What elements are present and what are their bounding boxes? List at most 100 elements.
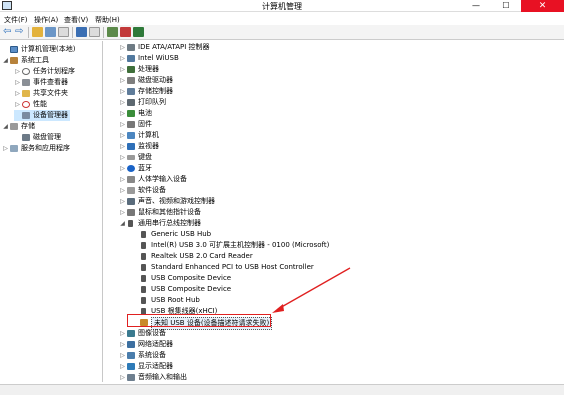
device-category-imaging[interactable]: ▷ 图像设备 [119,328,166,339]
collapsed-arrow-icon[interactable]: ▷ [119,141,126,152]
properties-icon[interactable] [58,27,69,37]
device-category-network-adapters[interactable]: ▷ 网络适配器 [119,339,173,350]
back-button[interactable]: ⇦ [3,27,14,37]
usb-device-root-hub[interactable]: USB Root Hub [139,295,200,306]
collapsed-arrow-icon[interactable]: ▷ [119,108,126,119]
device-category-bluetooth[interactable]: ▷ 蓝牙 [119,163,152,174]
collapsed-arrow-icon[interactable]: ▷ [119,163,126,174]
collapsed-arrow-icon[interactable]: ▷ [14,77,21,88]
expanded-arrow-icon[interactable]: ◢ [119,218,126,229]
tree-item-event-viewer[interactable]: ▷ 事件查看器 [14,77,68,88]
imaging-device-icon [127,330,135,337]
collapsed-arrow-icon[interactable]: ▷ [119,42,126,53]
software-device-icon [127,187,135,194]
collapsed-arrow-icon[interactable]: ▷ [119,86,126,97]
device-category-system-devices[interactable]: ▷ 系统设备 [119,350,166,361]
view-icon[interactable] [89,27,100,37]
collapsed-arrow-icon[interactable]: ▷ [2,143,9,154]
collapsed-arrow-icon[interactable]: ▷ [14,88,21,99]
collapsed-arrow-icon[interactable]: ▷ [119,328,126,339]
collapsed-arrow-icon[interactable]: ▷ [119,361,126,372]
tree-item-services-apps[interactable]: ▷ 服务和应用程序 [2,143,70,154]
collapsed-arrow-icon[interactable]: ▷ [119,152,126,163]
device-category-disk-drives[interactable]: ▷ 磁盘驱动器 [119,75,173,86]
usb-icon [141,242,146,249]
collapsed-arrow-icon[interactable]: ▷ [119,196,126,207]
collapsed-arrow-icon[interactable]: ▷ [119,174,126,185]
collapsed-arrow-icon[interactable]: ▷ [119,119,126,130]
minimize-button[interactable]: — [461,0,491,12]
usb-device-standard-enhanced-pci[interactable]: Standard Enhanced PCI to USB Host Contro… [139,262,314,273]
forward-button[interactable]: ⇨ [15,27,26,37]
collapsed-arrow-icon[interactable]: ▷ [119,97,126,108]
menu-help[interactable]: 帮助(H) [95,15,120,25]
collapsed-arrow-icon[interactable]: ▷ [14,99,21,110]
collapsed-arrow-icon[interactable]: ▷ [119,53,126,64]
collapsed-arrow-icon[interactable]: ▷ [119,64,126,75]
device-category-sound[interactable]: ▷ 声音、视频和游戏控制器 [119,196,215,207]
collapsed-arrow-icon[interactable]: ▷ [119,339,126,350]
computer-management-window: 计算机管理 — ☐ ✕ 文件(F) 操作(A) 查看(V) 帮助(H) ⇦ ⇨ … [0,0,564,395]
usb-device-realtek-card-reader[interactable]: Realtek USB 2.0 Card Reader [139,251,253,262]
device-category-hid[interactable]: ▷ 人体学输入设备 [119,174,187,185]
menu-file[interactable]: 文件(F) [4,15,28,25]
tree-item-task-scheduler[interactable]: ▷ 任务计划程序 [14,66,75,77]
device-category-batteries[interactable]: ▷ 电池 [119,108,152,119]
device-category-usb-controllers[interactable]: ◢ 通用串行总线控制器 [119,218,201,229]
device-category-mice[interactable]: ▷ 鼠标和其他指针设备 [119,207,201,218]
update-driver-icon[interactable] [133,27,144,37]
close-button[interactable]: ✕ [521,0,564,12]
device-category-intel-wiusb[interactable]: ▷ Intel WiUSB [119,53,179,64]
disk-drive-icon [127,77,135,84]
device-category-ide[interactable]: ▷ IDE ATA/ATAPI 控制器 [119,42,210,53]
device-category-firmware[interactable]: ▷ 固件 [119,119,152,130]
device-category-print-queues[interactable]: ▷ 打印队列 [119,97,166,108]
device-category-storage-controllers[interactable]: ▷ 存储控制器 [119,86,173,97]
collapsed-arrow-icon[interactable]: ▷ [119,372,126,383]
device-category-display-adapters[interactable]: ▷ 显示适配器 [119,361,173,372]
tree-item-disk-management[interactable]: 磁盘管理 [14,132,61,143]
usb-device-generic-hub[interactable]: Generic USB Hub [139,229,211,240]
audio-io-icon [127,374,135,381]
menu-action[interactable]: 操作(A) [34,15,58,25]
ide-controller-icon [127,44,135,51]
hid-icon [127,176,135,183]
usb-device-composite-1[interactable]: USB Composite Device [139,273,231,284]
expanded-arrow-icon[interactable]: ◢ [2,121,9,132]
services-icon [10,145,18,152]
collapsed-arrow-icon[interactable]: ▷ [119,350,126,361]
help-icon[interactable] [76,27,87,37]
tree-item-computer-management[interactable]: 计算机管理(本地) [2,44,75,55]
menu-view[interactable]: 查看(V) [64,15,88,25]
collapsed-arrow-icon[interactable]: ▷ [14,66,21,77]
device-category-computer[interactable]: ▷ 计算机 [119,130,159,141]
sound-icon [127,198,135,205]
collapsed-arrow-icon[interactable]: ▷ [119,130,126,141]
show-hide-tree-icon[interactable] [45,27,56,37]
tree-item-shared-folders[interactable]: ▷ 共享文件夹 [14,88,68,99]
storage-icon [10,123,18,130]
device-category-audio-io[interactable]: ▷ 音频输入和输出 [119,372,187,383]
device-category-processors[interactable]: ▷ 处理器 [119,64,159,75]
tree-item-performance[interactable]: ▷ 性能 [14,99,47,110]
bluetooth-icon [127,165,135,172]
toolbar-divider [28,27,29,38]
device-category-software-devices[interactable]: ▷ 软件设备 [119,185,166,196]
tree-item-device-manager[interactable]: 设备管理器 [14,110,70,121]
expanded-arrow-icon[interactable]: ◢ [2,55,9,66]
scan-hardware-icon[interactable] [107,27,118,37]
collapsed-arrow-icon[interactable]: ▷ [119,207,126,218]
collapsed-arrow-icon[interactable]: ▷ [119,185,126,196]
disable-device-icon[interactable] [120,27,131,37]
folder-up-icon[interactable] [32,27,43,37]
device-category-keyboards[interactable]: ▷ 键盘 [119,152,152,163]
maximize-button[interactable]: ☐ [491,0,521,12]
tree-item-system-tools[interactable]: ◢ 系统工具 [2,55,49,66]
usb-device-composite-2[interactable]: USB Composite Device [139,284,231,295]
device-tree-pane: ▷ IDE ATA/ATAPI 控制器 ▷ Intel WiUSB ▷ 处理器 ▷ 磁盘… [106,41,564,382]
device-category-monitors[interactable]: ▷ 监视器 [119,141,159,152]
usb-device-intel-xhci[interactable]: Intel(R) USB 3.0 可扩展主机控制器 - 0100 (Micros… [139,240,329,251]
tree-item-storage[interactable]: ◢ 存储 [2,121,35,132]
collapsed-arrow-icon[interactable]: ▷ [119,75,126,86]
system-tools-icon [10,57,18,64]
